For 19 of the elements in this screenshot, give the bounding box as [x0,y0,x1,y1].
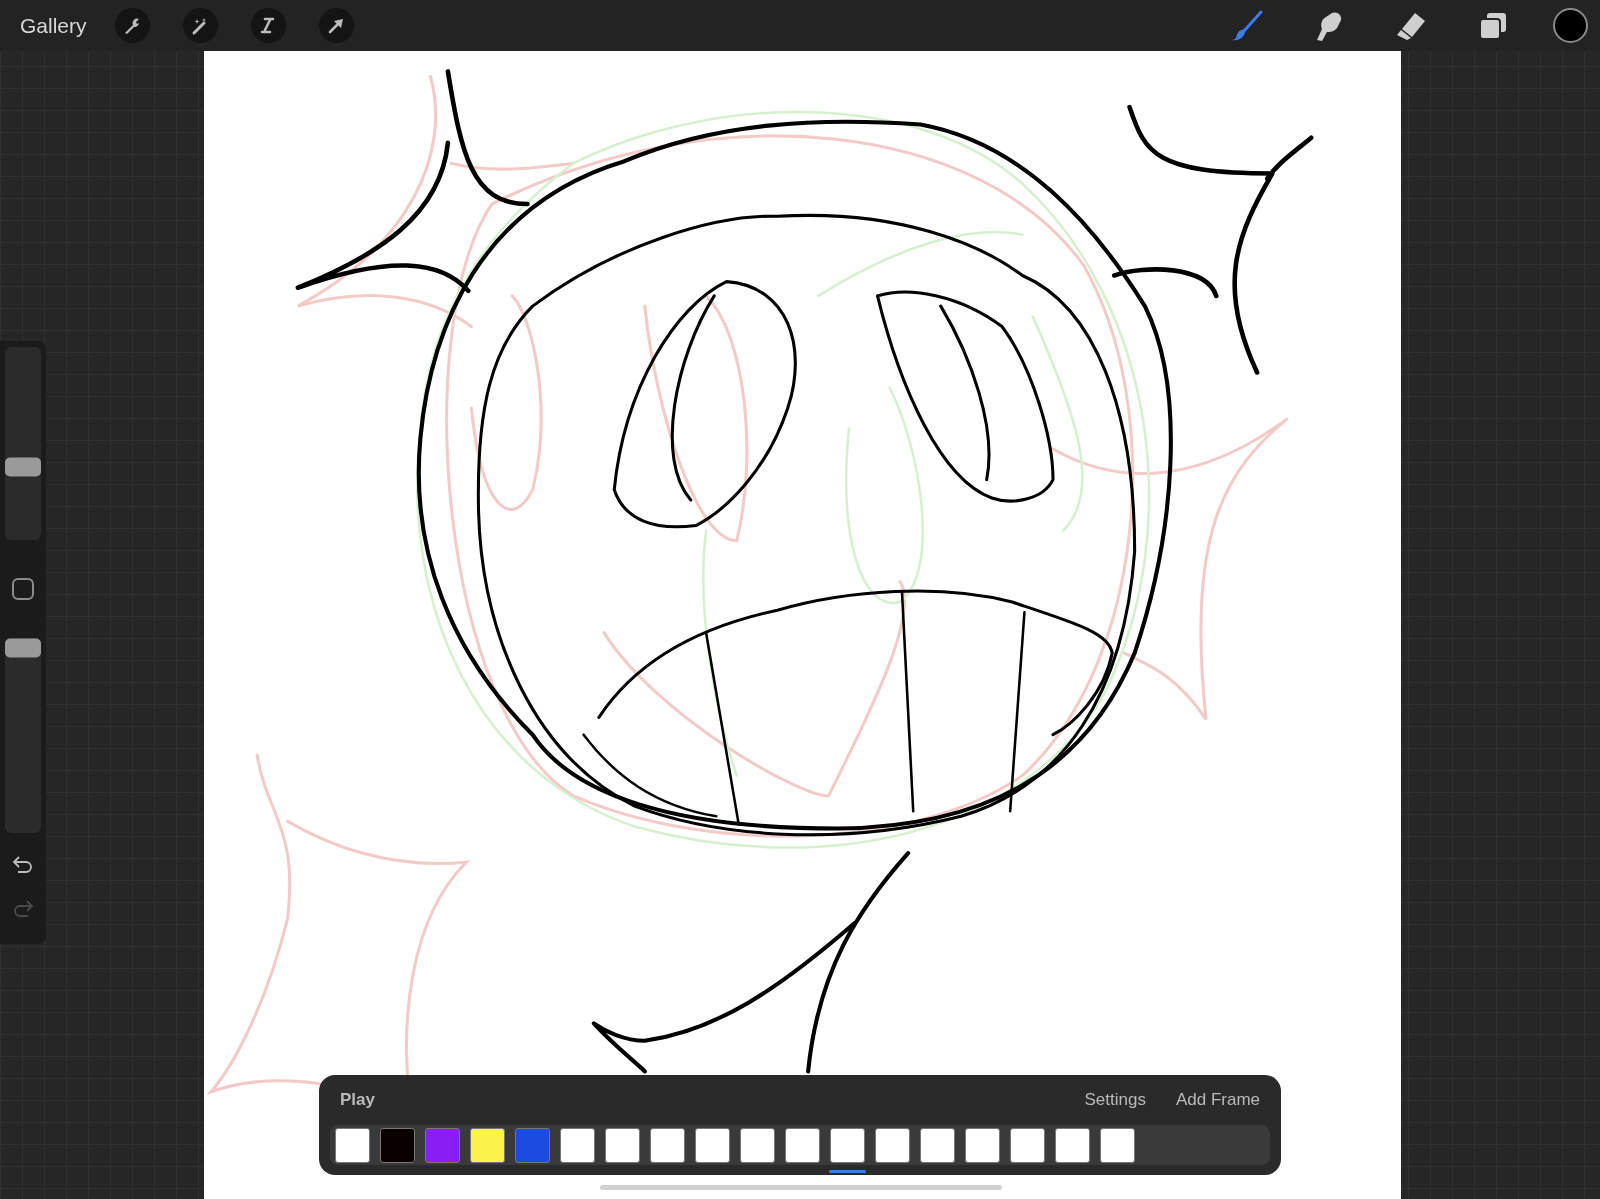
layers-icon [1478,10,1508,41]
slider-thumb[interactable] [5,457,41,477]
frame-button[interactable] [829,1128,866,1173]
eraser-icon [1395,10,1427,41]
brush-size-slider[interactable] [5,347,41,540]
wand-button[interactable] [182,8,218,43]
color-swatch[interactable] [1553,8,1588,43]
play-button[interactable]: Play [340,1090,375,1110]
wrench-button[interactable] [114,8,150,43]
transform-button[interactable] [318,8,354,43]
modify-button[interactable] [12,578,34,600]
undo-button[interactable] [12,855,34,873]
gallery-button[interactable]: Gallery [20,13,87,38]
opacity-slider[interactable] [5,638,41,833]
settings-button[interactable]: Settings [1084,1090,1146,1110]
slider-thumb[interactable] [5,638,41,658]
add-frame-button[interactable]: Add Frame [1175,1090,1260,1110]
finger-icon [1314,9,1344,42]
selection-button[interactable] [250,8,286,43]
